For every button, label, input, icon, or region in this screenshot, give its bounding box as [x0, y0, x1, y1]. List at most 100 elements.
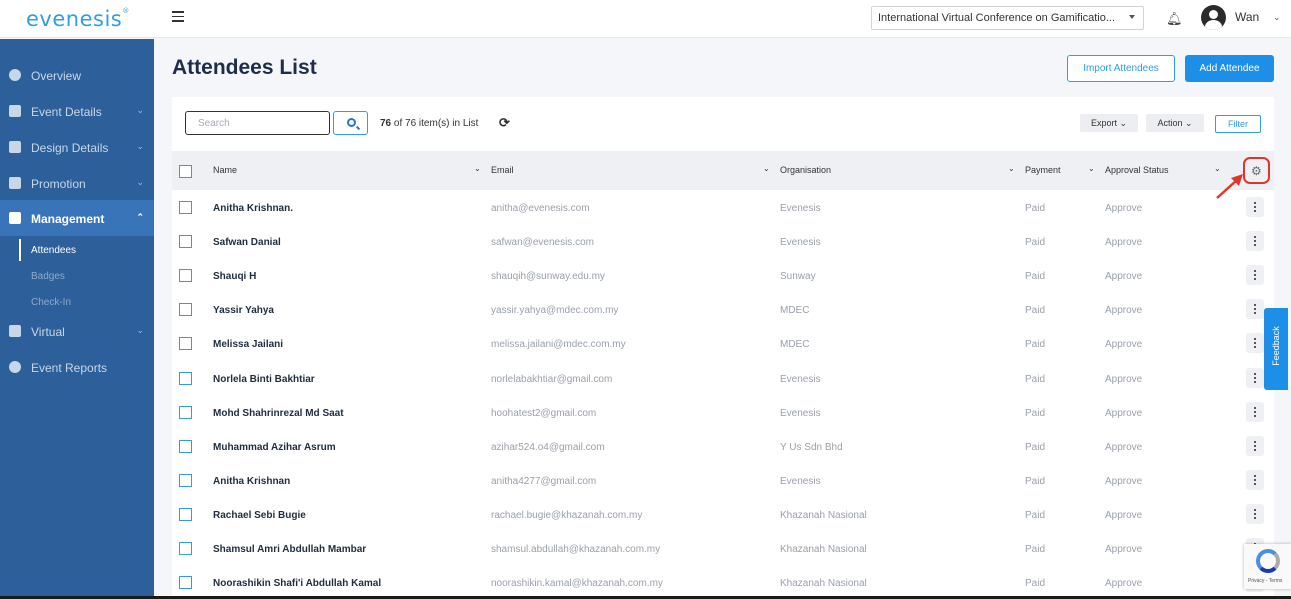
sidebar-item-label: Event Details	[31, 105, 102, 119]
attendee-email: rachael.bugie@khazanah.com.my	[491, 509, 643, 521]
row-menu-kebab-icon[interactable]	[1246, 231, 1264, 252]
row-checkbox[interactable]	[179, 507, 192, 521]
attendee-payment: Paid	[1025, 203, 1046, 214]
avatar[interactable]	[1201, 5, 1226, 30]
search-button[interactable]	[333, 111, 368, 135]
attendee-approval-status: Approve	[1105, 441, 1143, 453]
export-button[interactable]: Export ⌄	[1080, 114, 1138, 132]
sidebar-item-management[interactable]: Management ⌃	[0, 200, 154, 236]
table-row[interactable]: Shauqi H shauqih@sunway.edu.my Sunway Paid A…	[172, 259, 1274, 293]
sidebar-item-overview[interactable]: Overview	[0, 57, 154, 93]
attendee-name[interactable]: Shauqi H	[213, 271, 256, 282]
search-input[interactable]: Search	[185, 111, 330, 135]
attendee-payment: Paid	[1025, 441, 1046, 453]
evenesis-logo[interactable]: evenesis®	[26, 7, 130, 31]
sidebar-item-event-details[interactable]: Event Details ⌄	[0, 93, 154, 129]
column-header-organisation[interactable]: Organisation	[780, 165, 831, 175]
row-menu-kebab-icon[interactable]	[1246, 503, 1264, 524]
table-row[interactable]: Safwan Danial safwan@evenesis.com Evenesis…	[172, 225, 1274, 259]
row-menu-kebab-icon[interactable]	[1246, 299, 1264, 320]
bell-icon[interactable]: 🔔︎	[1166, 11, 1183, 27]
row-checkbox[interactable]	[179, 405, 192, 419]
row-checkbox[interactable]	[179, 473, 192, 487]
sidebar-item-virtual[interactable]: Virtual ⌄	[0, 313, 154, 349]
attendee-name[interactable]: Safwan Danial	[213, 237, 281, 248]
row-checkbox[interactable]	[179, 201, 192, 214]
table-row[interactable]: Shamsul Amri Abdullah Mambar shamsul.abdu…	[172, 532, 1274, 566]
row-menu-kebab-icon[interactable]	[1246, 401, 1264, 422]
row-menu-kebab-icon[interactable]	[1246, 435, 1264, 456]
sidebar-subitem-label: Badges	[31, 271, 65, 282]
user-menu-chevron-icon[interactable]: ⌄	[1273, 12, 1281, 23]
filter-button[interactable]: Filter	[1215, 115, 1261, 133]
attendee-name[interactable]: Norlela Binti Bakhtiar	[213, 374, 315, 385]
add-attendee-button[interactable]: Add Attendee	[1185, 55, 1274, 82]
table-row[interactable]: Mohd Shahrinrezal Md Saat hoohatest2@gmai…	[172, 396, 1274, 430]
column-header-email[interactable]: Email	[491, 165, 514, 175]
attendee-name[interactable]: Muhammad Azihar Asrum	[213, 442, 336, 453]
attendee-email: shauqih@sunway.edu.my	[491, 271, 605, 283]
table-row[interactable]: Muhammad Azihar Asrum azihar524.o4@gmail.…	[172, 430, 1274, 464]
table-row[interactable]: Melissa Jailani melissa.jailani@mdec.com.…	[172, 327, 1274, 361]
row-checkbox[interactable]	[179, 439, 192, 453]
row-checkbox[interactable]	[179, 235, 192, 249]
sidebar-item-design-details[interactable]: Design Details ⌄	[0, 129, 154, 165]
attendee-name[interactable]: Anitha Krishnan.	[213, 203, 293, 214]
import-attendees-button[interactable]: Import Attendees	[1067, 55, 1175, 82]
top-bar: evenesis® International Virtual Conferen…	[0, 0, 1291, 38]
sidebar-subitem-badges[interactable]: Badges	[0, 263, 154, 289]
event-select[interactable]: International Virtual Conference on Gami…	[871, 6, 1144, 30]
column-header-approval-status[interactable]: Approval Status	[1105, 165, 1169, 175]
table-row[interactable]: Anitha Krishnan anitha4277@gmail.com Evene…	[172, 464, 1274, 498]
row-menu-kebab-icon[interactable]	[1246, 333, 1264, 354]
row-checkbox[interactable]	[179, 371, 192, 385]
calendar-icon	[9, 105, 21, 117]
attendee-name[interactable]: Melissa Jailani	[213, 339, 283, 350]
refresh-icon[interactable]: ⟳	[499, 115, 510, 131]
row-checkbox[interactable]	[179, 269, 192, 283]
attendee-name[interactable]: Shamsul Amri Abdullah Mambar	[213, 544, 366, 555]
attendee-email: norlelabakhtiar@gmail.com	[491, 373, 613, 385]
sidebar-item-label: Event Reports	[31, 361, 108, 375]
row-checkbox[interactable]	[179, 337, 192, 351]
table-row[interactable]: Yassir Yahya yassir.yahya@mdec.com.my MDEC…	[172, 293, 1274, 327]
item-count: 76 of 76 item(s) in List	[380, 118, 478, 129]
row-menu-kebab-icon[interactable]	[1246, 367, 1264, 388]
select-all-checkbox[interactable]	[179, 165, 192, 178]
table-row[interactable]: Noorashikin Shafi'i Abdullah Kamal nooras…	[172, 566, 1274, 599]
attendee-name[interactable]: Yassir Yahya	[213, 305, 274, 316]
sort-chevron-icon[interactable]: ⌄	[1008, 164, 1015, 173]
user-name[interactable]: Wan	[1235, 10, 1259, 24]
column-header-name[interactable]: Name	[213, 165, 237, 175]
sidebar-item-label: Overview	[31, 69, 82, 83]
sort-chevron-icon[interactable]: ⌄	[474, 164, 481, 173]
sort-chevron-icon[interactable]: ⌄	[1088, 164, 1095, 173]
menu-toggle-icon[interactable]	[172, 11, 184, 22]
feedback-tab[interactable]: Feedback	[1264, 308, 1288, 390]
action-button[interactable]: Action ⌄	[1146, 114, 1204, 132]
row-checkbox[interactable]	[179, 303, 192, 317]
attendee-organisation: Evenesis	[780, 407, 821, 419]
row-menu-kebab-icon[interactable]	[1246, 197, 1264, 217]
table-row[interactable]: Rachael Sebi Bugie rachael.bugie@khazanah…	[172, 498, 1274, 532]
row-checkbox[interactable]	[179, 576, 192, 590]
attendee-name[interactable]: Anitha Krishnan	[213, 476, 290, 487]
sidebar-subitem-attendees[interactable]: Attendees	[0, 237, 154, 263]
attendee-name[interactable]: Mohd Shahrinrezal Md Saat	[213, 408, 344, 419]
table-row[interactable]: Anitha Krishnan. anitha@evenesis.com Evene…	[172, 191, 1274, 225]
row-checkbox[interactable]	[179, 542, 192, 555]
row-menu-kebab-icon[interactable]	[1246, 469, 1264, 490]
attendee-organisation: Evenesis	[780, 475, 821, 487]
sidebar-item-promotion[interactable]: Promotion ⌄	[0, 165, 154, 201]
sidebar-subitem-check-in[interactable]: Check-In	[0, 289, 154, 315]
row-menu-kebab-icon[interactable]	[1246, 265, 1264, 286]
sort-chevron-icon[interactable]: ⌄	[763, 164, 770, 173]
sidebar-subitem-label: Check-In	[31, 297, 72, 308]
recaptcha-text: Privacy - Terms	[1248, 578, 1283, 584]
sidebar-item-event-reports[interactable]: Event Reports	[0, 349, 154, 385]
attendee-name[interactable]: Noorashikin Shafi'i Abdullah Kamal	[213, 578, 381, 589]
attendee-name[interactable]: Rachael Sebi Bugie	[213, 510, 306, 521]
recaptcha-badge[interactable]: Privacy - Terms	[1244, 544, 1291, 589]
column-header-payment[interactable]: Payment	[1025, 165, 1061, 175]
table-row[interactable]: Norlela Binti Bakhtiar norlelabakhtiar@gm…	[172, 362, 1274, 396]
